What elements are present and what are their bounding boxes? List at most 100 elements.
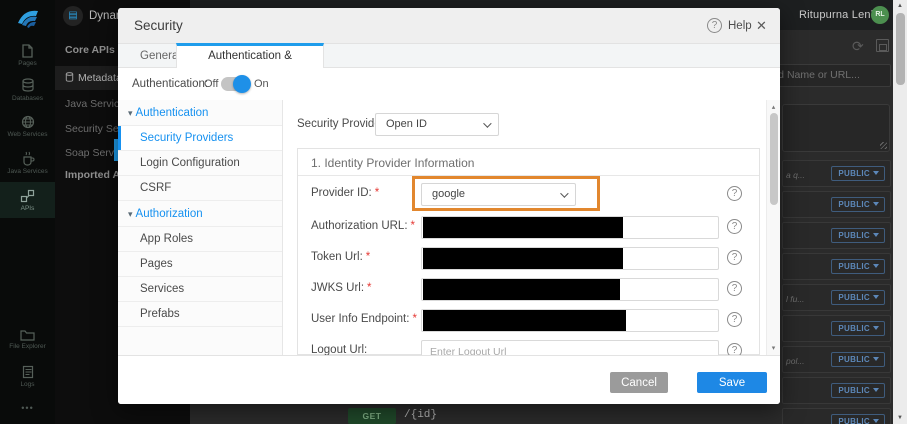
scroll-down-icon[interactable]: ▼ [893, 415, 907, 421]
chevron-down-icon [873, 357, 879, 361]
chevron-down-icon [873, 202, 879, 206]
chevron-down-icon [483, 119, 491, 127]
globe-icon [21, 115, 35, 129]
chevron-down-icon: ▾ [128, 108, 133, 118]
endpoint-path: /{id} [404, 409, 437, 421]
sidebar-item-apis[interactable]: APIs [0, 182, 55, 218]
sidebar-item-file-explorer[interactable]: File Explorer [0, 320, 55, 358]
api-icon [20, 189, 35, 203]
public-access-dropdown[interactable]: PUBLIC [831, 414, 885, 424]
nav-item-security-providers[interactable]: Security Providers [118, 126, 282, 151]
modal-tabbar: General Authentication & Authorization [118, 44, 780, 68]
chevron-down-icon: ▾ [128, 209, 133, 219]
public-access-dropdown[interactable]: PUBLIC [831, 290, 885, 305]
wavemaker-logo[interactable] [0, 0, 55, 36]
scroll-up-icon[interactable]: ▴ [767, 103, 780, 111]
endpoint-row[interactable]: l fu... PUBLIC [782, 284, 891, 311]
nav-item-pages[interactable]: Pages [118, 252, 282, 277]
public-access-dropdown[interactable]: PUBLIC [831, 383, 885, 398]
user-info-endpoint-input[interactable] [421, 309, 719, 332]
public-access-dropdown[interactable]: PUBLIC [831, 259, 885, 274]
sidebar-item-logs[interactable]: Logs [0, 358, 55, 394]
help-icon[interactable]: ? [727, 281, 742, 296]
chevron-down-icon [873, 264, 879, 268]
cancel-button[interactable]: Cancel [610, 372, 668, 393]
authentication-label: Authentication: [132, 78, 208, 90]
endpoint-row[interactable]: PUBLIC [782, 191, 891, 218]
help-icon[interactable]: ? [727, 219, 742, 234]
toggle-off-label: Off [204, 78, 218, 90]
endpoint-row[interactable]: PUBLIC [782, 377, 891, 404]
help-label[interactable]: Help [728, 20, 752, 32]
endpoint-text-fragment: pol... [786, 356, 804, 366]
sidebar-item-java-services[interactable]: Java Services [0, 144, 55, 182]
nav-item-prefabs[interactable]: Prefabs [118, 302, 282, 327]
toggle-knob[interactable] [233, 75, 251, 93]
icon-sidebar: Pages Databases Web Services Java Servic… [0, 0, 55, 424]
nav-group-authorization[interactable]: ▾Authorization [118, 201, 282, 227]
modal-scrollbar[interactable]: ▴ ▾ [766, 100, 780, 355]
nav-item-login-configuration[interactable]: Login Configuration [118, 151, 282, 176]
token-url-input[interactable] [421, 247, 719, 270]
authentication-toggle[interactable] [221, 77, 248, 91]
save-button[interactable]: Save [697, 372, 767, 393]
nav-item-services[interactable]: Services [118, 277, 282, 302]
help-icon[interactable]: ? [727, 250, 742, 265]
provider-id-label: Provider ID:* [311, 187, 379, 199]
divider [298, 175, 759, 176]
public-access-dropdown[interactable]: PUBLIC [831, 228, 885, 243]
nav-item-csrf[interactable]: CSRF [118, 176, 282, 201]
logout-url-input[interactable] [421, 340, 719, 355]
endpoint-row[interactable]: PUBLIC [782, 253, 891, 280]
close-icon[interactable]: ✕ [756, 18, 767, 34]
security-modal: Security ? Help ✕ General Authentication… [118, 8, 780, 404]
endpoint-row[interactable]: PUBLIC [782, 222, 891, 249]
public-access-dropdown[interactable]: PUBLIC [831, 197, 885, 212]
modal-header: Security ? Help ✕ [118, 8, 780, 44]
help-icon[interactable]: ? [727, 343, 742, 355]
sidebar-item-databases[interactable]: Databases [0, 72, 55, 108]
jwks-url-input[interactable] [421, 278, 719, 301]
sidebar-item-web-services[interactable]: Web Services [0, 108, 55, 144]
redacted-value [423, 310, 626, 332]
scrollbar-thumb[interactable] [770, 113, 778, 205]
token-url-label: Token Url:* [311, 251, 370, 263]
security-provider-select[interactable]: Open ID [375, 113, 499, 136]
scroll-down-icon[interactable]: ▾ [767, 344, 780, 352]
logs-icon [22, 365, 34, 379]
public-access-dropdown[interactable]: PUBLIC [831, 166, 885, 181]
chevron-down-icon [873, 326, 879, 330]
endpoint-row[interactable]: pol... PUBLIC [782, 346, 891, 373]
authorization-url-input[interactable] [421, 216, 719, 239]
public-access-dropdown[interactable]: PUBLIC [831, 321, 885, 336]
request-body-box[interactable] [782, 104, 890, 152]
help-icon[interactable]: ? [707, 18, 722, 33]
sidebar-item-pages[interactable]: Pages [0, 38, 55, 72]
wave-logo-icon [16, 7, 40, 29]
scrollbar-thumb[interactable] [896, 13, 905, 85]
scroll-up-icon[interactable]: ▲ [893, 3, 907, 9]
endpoint-row[interactable]: a q... PUBLIC [782, 160, 891, 187]
public-access-dropdown[interactable]: PUBLIC [831, 352, 885, 367]
resize-handle-icon[interactable] [880, 142, 887, 149]
project-icon: ▤ [63, 6, 83, 26]
endpoint-row[interactable]: PUBLIC [782, 315, 891, 342]
page-title: Security [134, 18, 183, 33]
help-icon[interactable]: ? [727, 312, 742, 327]
tab-authentication-authorization[interactable]: Authentication & Authorization [176, 43, 324, 68]
app-scrollbar[interactable]: ▲ ▼ [893, 0, 907, 424]
provider-id-select[interactable]: google [421, 183, 576, 206]
sidebar-item-more[interactable]: ••• [0, 398, 55, 418]
nav-item-app-roles[interactable]: App Roles [118, 227, 282, 252]
avatar[interactable]: RL [871, 6, 889, 24]
modal-content: Security Provider: Open ID 1. Identity P… [283, 100, 767, 355]
redacted-value [423, 248, 623, 270]
refresh-icon[interactable]: ⟳ [852, 39, 864, 53]
more-icon: ••• [21, 405, 33, 412]
chevron-down-icon [873, 295, 879, 299]
required-marker: * [375, 187, 379, 199]
endpoint-row[interactable]: PUBLIC [782, 408, 891, 424]
help-icon[interactable]: ? [727, 186, 742, 201]
nav-group-authentication[interactable]: ▾Authentication [118, 100, 282, 126]
save-icon[interactable] [876, 39, 889, 52]
